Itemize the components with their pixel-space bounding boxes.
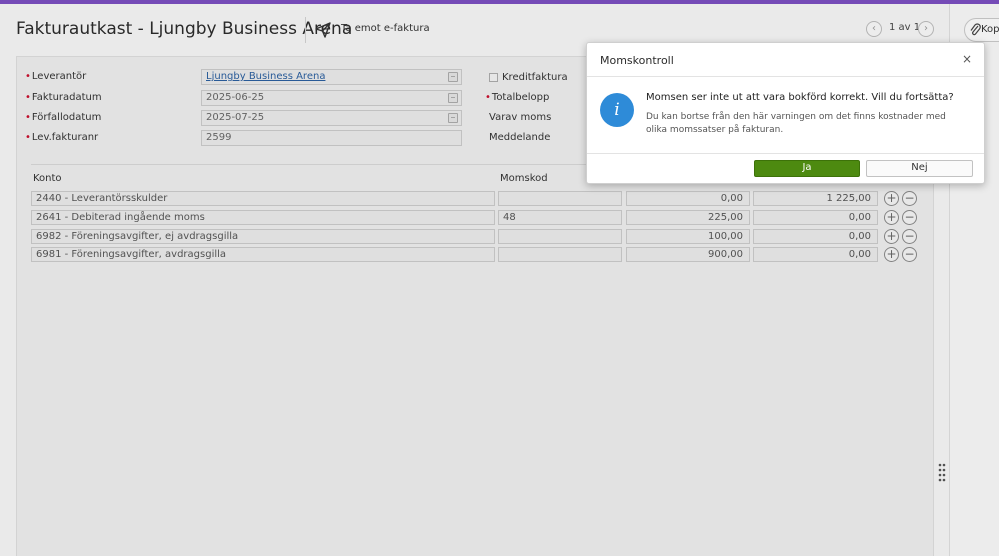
- info-icon: i: [600, 93, 634, 127]
- dialog-title: Momskontroll: [600, 54, 674, 67]
- dialog-divider: [587, 76, 984, 77]
- vat-check-dialog: Momskontroll × i Momsen ser inte ut att …: [586, 42, 985, 184]
- no-button[interactable]: Nej: [866, 160, 973, 177]
- yes-button[interactable]: Ja: [754, 160, 860, 177]
- dialog-message: Momsen ser inte ut att vara bokförd korr…: [646, 92, 954, 103]
- close-icon[interactable]: ×: [962, 52, 972, 66]
- dialog-detail: Du kan bortse från den här varningen om …: [646, 112, 946, 135]
- dialog-footer-divider: [587, 153, 984, 154]
